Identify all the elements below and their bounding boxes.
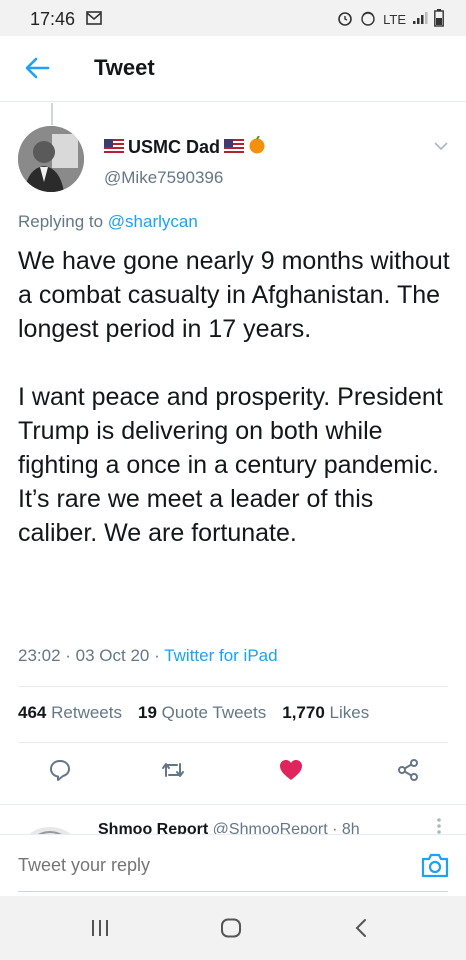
quotes-label: Quote Tweets [161, 703, 267, 722]
likes-stat[interactable]: 1,770 Likes [282, 703, 369, 723]
back-nav-icon[interactable] [354, 918, 368, 943]
tweet-paragraph: We have gone nearly 9 months without a c… [18, 247, 450, 343]
share-icon[interactable] [396, 758, 420, 787]
orange-heart-icon [248, 135, 266, 159]
reply-icon[interactable] [48, 758, 72, 787]
status-time: 17:46 [30, 9, 76, 29]
avatar[interactable] [18, 126, 84, 192]
display-name-text: USMC Dad [128, 137, 221, 157]
network-type: LTE [383, 12, 406, 27]
likes-label: Likes [329, 703, 370, 722]
tweet-source[interactable]: Twitter for iPad [164, 646, 277, 665]
replying-label: Replying to [18, 212, 104, 231]
divider [18, 686, 448, 687]
like-heart-icon[interactable] [278, 758, 304, 787]
recent-apps-icon[interactable] [90, 918, 110, 943]
retweets-stat[interactable]: 464 Retweets [18, 703, 122, 723]
signal-icon [412, 11, 428, 28]
more-options-icon[interactable] [436, 817, 442, 834]
tweet-paragraph: I want peace and prosperity. President T… [18, 383, 443, 547]
status-bar: 17:46 LTE [0, 0, 466, 36]
next-reply-name: Shmoo Report [98, 821, 209, 834]
us-flag-icon [104, 137, 124, 158]
wifi-calling-icon [359, 10, 377, 29]
user-handle[interactable]: @Mike7590396 [104, 168, 223, 188]
next-reply-handle: @ShmooReport · 8h [212, 821, 360, 834]
retweet-icon[interactable] [160, 758, 186, 787]
tweet-stats: 464 Retweets 19 Quote Tweets 1,770 Likes [18, 703, 369, 723]
likes-count: 1,770 [282, 703, 325, 722]
next-reply-avatar [22, 819, 78, 834]
tweet-timestamp: 23:02 · 03 Oct 20 [18, 646, 150, 665]
replying-to-link[interactable]: @sharlycan [108, 212, 198, 231]
divider [18, 742, 448, 743]
replying-to: Replying to @sharlycan [18, 212, 198, 232]
back-arrow-icon[interactable] [24, 56, 50, 85]
display-name[interactable]: USMC Dad [104, 135, 266, 159]
app-header: Tweet [0, 36, 466, 102]
home-icon[interactable] [220, 918, 242, 943]
thread-line [51, 103, 53, 125]
us-flag-icon [224, 137, 245, 158]
tweet-text: We have gone nearly 9 months without a c… [18, 244, 458, 550]
mail-icon [86, 11, 102, 30]
quotes-stat[interactable]: 19 Quote Tweets [138, 703, 266, 723]
meta-separator: · [154, 646, 160, 665]
retweets-count: 464 [18, 703, 47, 722]
alarm-icon [337, 10, 353, 29]
status-indicators: LTE [337, 9, 444, 30]
next-reply-author: Shmoo Report @ShmooReport · 8h [98, 821, 360, 834]
retweets-label: Retweets [51, 703, 122, 722]
quotes-count: 19 [137, 703, 157, 722]
next-reply-preview[interactable]: Shmoo Report @ShmooReport · 8h [0, 804, 466, 834]
camera-icon[interactable] [420, 851, 450, 884]
reply-input-underline [18, 891, 448, 892]
tweet-meta: 23:02 · 03 Oct 20 · Twitter for iPad [18, 646, 278, 666]
system-nav-bar [0, 896, 466, 960]
chevron-down-icon[interactable] [434, 138, 448, 156]
page-title: Tweet [94, 55, 155, 80]
reply-bar [0, 834, 466, 896]
battery-icon [434, 9, 444, 30]
tweet-actions [0, 752, 466, 796]
reply-input[interactable] [18, 855, 398, 876]
